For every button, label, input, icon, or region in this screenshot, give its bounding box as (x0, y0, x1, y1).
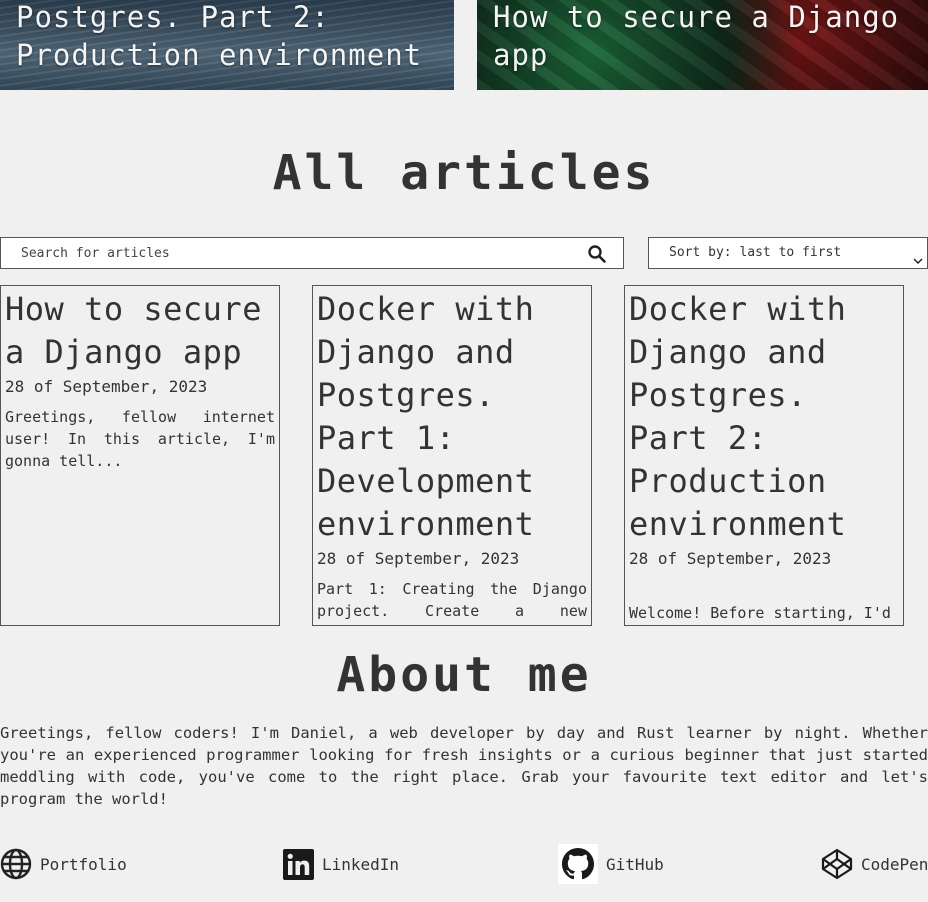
search-input[interactable] (1, 238, 561, 268)
article-date: 28 of September, 2023 (5, 377, 208, 396)
featured-article-title: How to secure a Django app (493, 0, 900, 72)
article-card[interactable]: Docker with Django and Postgres. Part 2:… (624, 285, 904, 626)
articles-section-title: All articles (272, 145, 656, 201)
article-excerpt: Welcome! Before starting, I'd like to po… (629, 604, 891, 622)
sort-select-value: Sort by: last to first (669, 245, 842, 260)
article-title: Docker with Django and Postgres. Part 1:… (317, 290, 535, 543)
github-link-label: GitHub (606, 854, 664, 874)
article-excerpt: Greetings, fellow internet user! In this… (5, 408, 275, 470)
search-icon[interactable] (587, 244, 607, 264)
linkedin-icon (283, 848, 314, 880)
featured-article-card[interactable]: How to secure a Django app (477, 0, 928, 90)
about-section-title: About me (336, 647, 592, 703)
codepen-link[interactable]: CodePen (821, 846, 928, 882)
portfolio-link-label: Portfolio (40, 854, 127, 874)
featured-article-card[interactable]: Postgres. Part 2: Production environment (0, 0, 454, 90)
portfolio-link[interactable]: Portfolio (0, 846, 127, 882)
linkedin-link[interactable]: LinkedIn (283, 846, 399, 882)
linkedin-link-label: LinkedIn (322, 854, 400, 874)
article-date: 28 of September, 2023 (317, 549, 520, 568)
article-title: How to secure a Django app (5, 290, 262, 371)
globe-icon (0, 848, 32, 880)
chevron-down-icon (913, 248, 923, 265)
sort-select[interactable]: Sort by: last to first (648, 237, 928, 269)
about-text: Greetings, fellow coders! I'm Daniel, a … (0, 724, 928, 808)
search-bar (0, 237, 624, 269)
github-icon (558, 844, 598, 884)
codepen-link-label: CodePen (861, 854, 928, 874)
article-card[interactable]: Docker with Django and Postgres. Part 1:… (312, 285, 592, 626)
featured-article-title: Postgres. Part 2: Production environment (16, 0, 423, 72)
codepen-icon (821, 848, 853, 880)
article-date: 28 of September, 2023 (629, 549, 832, 568)
article-excerpt: Part 1: Creating the Django project. Cre… (317, 580, 587, 625)
github-link[interactable]: GitHub (558, 844, 664, 884)
article-title: Docker with Django and Postgres. Part 2:… (629, 290, 847, 543)
article-card[interactable]: How to secure a Django app 28 of Septemb… (0, 285, 280, 626)
